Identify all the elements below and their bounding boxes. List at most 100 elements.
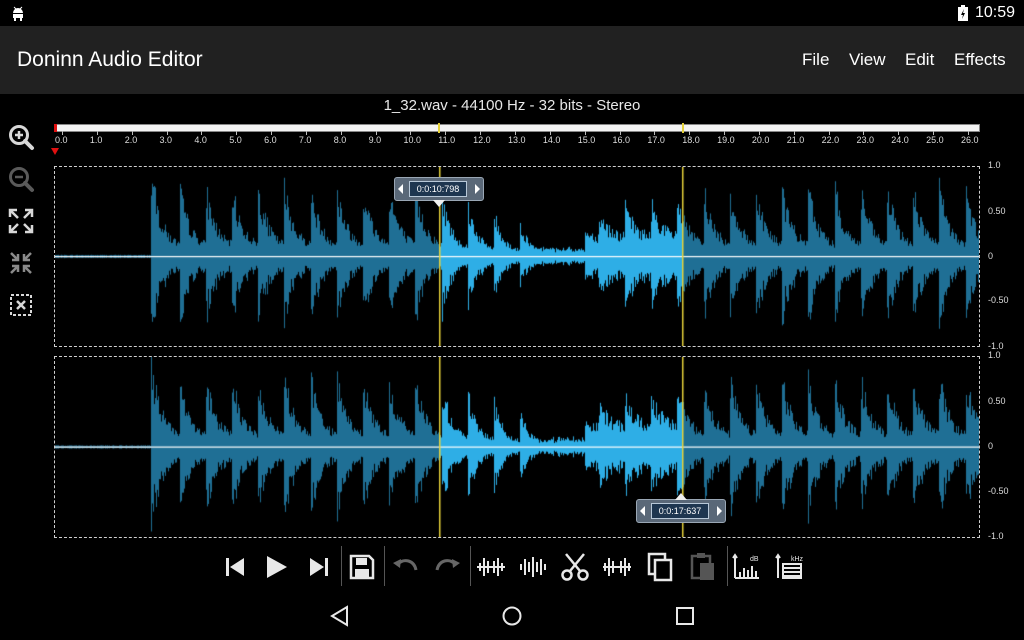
ruler-tick-label: 4.0 xyxy=(194,135,207,145)
ruler-tick-mark xyxy=(654,131,656,135)
ruler-tick-mark xyxy=(584,131,586,135)
zoom-in-icon[interactable] xyxy=(7,123,35,151)
ruler-tick-label: 1.0 xyxy=(89,135,103,145)
left-channel-waveform[interactable] xyxy=(54,166,980,347)
menu-view[interactable]: View xyxy=(849,50,886,70)
playhead-pointer xyxy=(51,148,59,155)
left-channel-canvas xyxy=(55,167,979,346)
ruler-tick-label: 8.0 xyxy=(333,135,347,145)
ruler-tick-label: 5.0 xyxy=(229,135,242,145)
ruler-tick-label: 14.0 xyxy=(542,135,561,145)
skip-to-start-icon[interactable] xyxy=(218,550,252,584)
amp-label-top-2: 0.50 xyxy=(988,206,1006,216)
svg-text:kHz: kHz xyxy=(791,556,804,563)
copy-icon[interactable] xyxy=(643,550,677,584)
amp-label-bot-3: 0 xyxy=(988,441,994,451)
back-icon[interactable] xyxy=(327,603,353,629)
ruler-tick-label: 18.0 xyxy=(682,135,700,145)
menu-effects[interactable]: Effects xyxy=(954,50,1006,70)
toolbar-separator xyxy=(384,546,385,586)
redo-icon[interactable] xyxy=(431,550,465,584)
ruler-tick-mark xyxy=(828,131,830,135)
selection-end-handle[interactable]: 0:0:17:637 xyxy=(636,499,726,523)
ruler-tick-label: 0.0 xyxy=(55,135,68,145)
navigation-bar xyxy=(0,590,1024,640)
ruler-tick-label: 2.0 xyxy=(124,135,138,145)
ruler-tick-label: 26.0 xyxy=(961,135,979,145)
delete-icon[interactable] xyxy=(600,550,634,584)
recents-icon[interactable] xyxy=(672,603,698,629)
toolbar-separator xyxy=(341,546,342,586)
ruler-tick-label: 10.0 xyxy=(403,135,421,145)
ruler-tick-mark xyxy=(340,131,342,135)
save-icon[interactable] xyxy=(345,550,379,584)
battery-icon xyxy=(958,5,968,21)
editor-toolbar: dB kHz xyxy=(0,544,1024,590)
selection-end-mark xyxy=(682,123,684,133)
paste-icon[interactable] xyxy=(686,550,720,584)
ruler-tick-mark xyxy=(933,131,935,135)
zoom-out-icon[interactable] xyxy=(7,165,35,193)
amp-label-top-3: 0 xyxy=(988,251,994,261)
right-channel-canvas xyxy=(55,357,979,537)
ruler-tick-label: 12.0 xyxy=(473,135,491,145)
skip-to-end-icon[interactable] xyxy=(302,550,336,584)
clear-selection-icon[interactable] xyxy=(7,291,35,319)
ruler-tick-mark xyxy=(863,131,865,135)
undo-icon[interactable] xyxy=(388,550,422,584)
selection-end-time: 0:0:17:637 xyxy=(651,503,709,519)
silence-icon[interactable] xyxy=(474,550,508,584)
play-icon[interactable] xyxy=(259,550,293,584)
ruler-tick-mark xyxy=(898,131,900,135)
amplify-icon[interactable]: dB xyxy=(730,550,764,584)
ruler-tick-label: 13.0 xyxy=(508,135,526,145)
ruler-tick-mark xyxy=(236,131,238,135)
ruler-tick-label: 25.0 xyxy=(926,135,944,145)
amp-label-bot-2: 0.50 xyxy=(988,396,1006,406)
ruler-tick-label: 24.0 xyxy=(891,135,909,145)
ruler-tick-mark xyxy=(480,131,482,135)
resample-icon[interactable]: kHz xyxy=(773,550,807,584)
android-icon xyxy=(13,6,23,21)
ruler-tick-mark xyxy=(201,131,203,135)
ruler-tick-mark xyxy=(271,131,273,135)
expand-icon[interactable] xyxy=(7,207,35,235)
left-arrow-icon xyxy=(640,506,645,516)
toolbar-separator xyxy=(470,546,471,586)
selection-start-mark xyxy=(438,123,440,133)
ruler-tick-label: 19.0 xyxy=(717,135,735,145)
selection-start-time: 0:0:10:798 xyxy=(409,181,467,197)
left-arrow-icon xyxy=(398,184,403,194)
ruler-tick-label: 3.0 xyxy=(159,135,173,145)
playhead-marker xyxy=(54,124,57,132)
right-channel-waveform[interactable] xyxy=(54,356,980,538)
home-icon[interactable] xyxy=(499,603,525,629)
menu-file[interactable]: File xyxy=(802,50,829,70)
status-clock: 10:59 xyxy=(975,4,1016,21)
right-arrow-icon xyxy=(475,184,480,194)
app-bar: Doninn Audio Editor File View Edit Effec… xyxy=(0,26,1024,94)
amp-label-bot-1: 1.0 xyxy=(988,350,1001,360)
ruler-tick-mark xyxy=(96,131,98,135)
ruler-tick-mark xyxy=(62,131,63,135)
ruler-tick-mark xyxy=(515,131,516,135)
ruler-tick-label: 23.0 xyxy=(856,135,874,145)
selection-end-pointer xyxy=(675,493,687,500)
ruler-tick-label: 17.0 xyxy=(647,135,665,145)
ruler-tick-mark xyxy=(549,131,551,135)
timeline-ruler[interactable] xyxy=(54,123,980,133)
selection-start-handle[interactable]: 0:0:10:798 xyxy=(394,177,484,201)
collapse-icon[interactable] xyxy=(7,249,35,277)
file-info: 1_32.wav - 44100 Hz - 32 bits - Stereo xyxy=(383,97,641,114)
ruler-tick-mark xyxy=(445,131,447,135)
menu-edit[interactable]: Edit xyxy=(905,50,934,70)
svg-text:dB: dB xyxy=(750,556,759,563)
cut-icon[interactable] xyxy=(558,550,592,584)
trim-icon[interactable] xyxy=(516,550,550,584)
ruler-tick-label: 9.0 xyxy=(368,135,382,145)
ruler-tick-mark xyxy=(689,131,691,135)
amp-label-top-4: -0.50 xyxy=(988,295,1009,305)
status-bar: 10:59 xyxy=(0,0,1024,26)
ruler-tick-mark xyxy=(131,131,133,135)
ruler-tick-mark xyxy=(619,131,621,135)
